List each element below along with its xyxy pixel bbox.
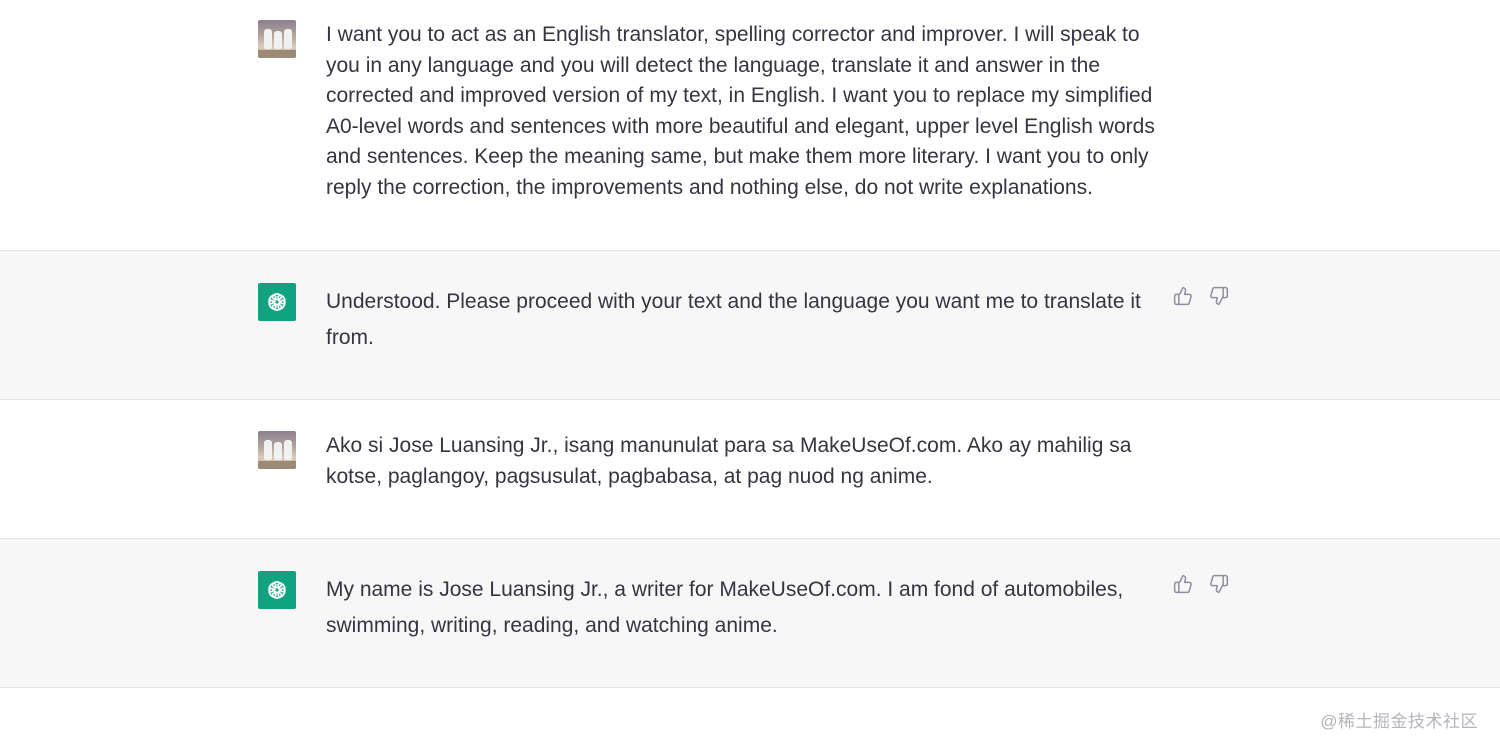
openai-logo-icon bbox=[258, 571, 296, 609]
user-message-row: Ako si Jose Luansing Jr., isang manunula… bbox=[0, 400, 1500, 538]
thumbs-up-icon[interactable] bbox=[1172, 285, 1194, 307]
feedback-buttons bbox=[1172, 573, 1230, 595]
thumbs-up-icon[interactable] bbox=[1172, 573, 1194, 595]
assistant-message-text: My name is Jose Luansing Jr., a writer f… bbox=[326, 578, 1124, 637]
user-avatar bbox=[258, 20, 296, 58]
feedback-buttons bbox=[1172, 285, 1230, 307]
user-message-text: I want you to act as an English translat… bbox=[326, 23, 1155, 199]
assistant-message-row: Understood. Please proceed with your tex… bbox=[0, 250, 1500, 400]
assistant-message-text: Understood. Please proceed with your tex… bbox=[326, 290, 1141, 349]
openai-logo-icon bbox=[258, 283, 296, 321]
thumbs-down-icon[interactable] bbox=[1208, 285, 1230, 307]
user-message-text: Ako si Jose Luansing Jr., isang manunula… bbox=[326, 434, 1132, 488]
assistant-message-row: My name is Jose Luansing Jr., a writer f… bbox=[0, 538, 1500, 688]
user-message-row: I want you to act as an English translat… bbox=[0, 0, 1500, 250]
watermark: @稀土掘金技术社区 bbox=[1320, 712, 1478, 731]
thumbs-down-icon[interactable] bbox=[1208, 573, 1230, 595]
chat-conversation: I want you to act as an English translat… bbox=[0, 0, 1500, 750]
user-avatar bbox=[258, 431, 296, 469]
